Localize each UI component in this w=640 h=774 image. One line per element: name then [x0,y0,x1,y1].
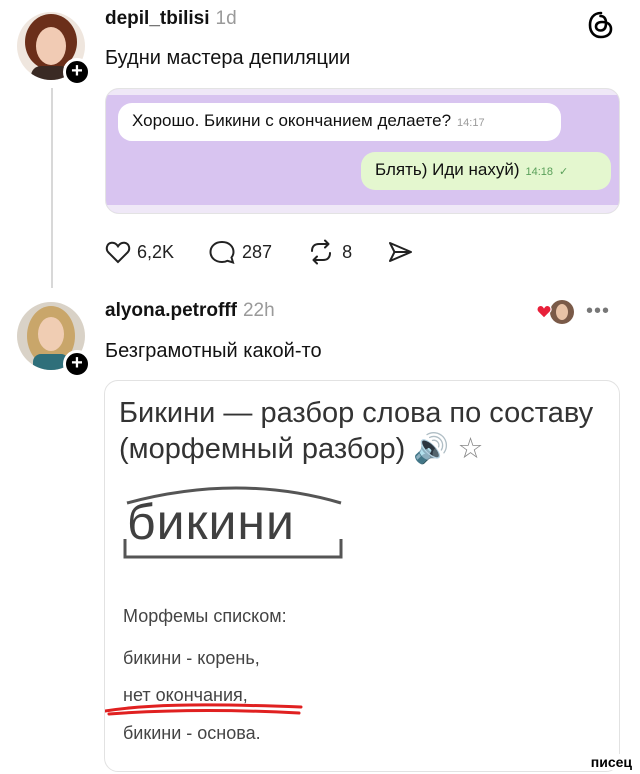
repost-count: 8 [342,241,353,262]
comment-count: 287 [242,241,273,262]
follow-plus-icon[interactable]: + [63,58,91,86]
username[interactable]: depil_tbilisi [105,8,210,29]
incoming-message: Хорошо. Бикини с окончанием делаете? 14:1… [118,103,561,141]
chat-top-strip [106,89,619,95]
incoming-message-text: Хорошо. Бикини с окончанием делаете? [132,111,452,130]
timestamp: 22h [242,300,275,321]
username[interactable]: alyona.petrofff [105,300,237,321]
heart-icon [536,304,552,319]
morph-heading: Морфемы списком: [123,606,287,626]
outgoing-message-time: 14:18 [525,166,554,178]
follow-plus-icon[interactable]: + [63,350,91,378]
comment-button[interactable]: 287 [208,239,272,265]
heart-icon [105,241,131,264]
read-check-icon: ✓ [559,166,569,178]
liked-by-author-badge [536,298,576,326]
post1-text: Будни мастера депиляции [105,47,351,69]
morph-item: бикини - корень, [123,648,260,668]
timestamp: 1d [215,8,237,29]
more-options-icon[interactable]: ••• [586,300,610,323]
comment-icon [209,240,235,265]
morpheme-diagram: бикини [123,479,353,559]
repost-button[interactable]: 8 [306,239,352,265]
chat-screenshot: Хорошо. Бикини с окончанием делаете? 14:1… [105,88,620,214]
thread-connector-line [51,88,53,288]
post2-text: Безграмотный какой-то [105,340,322,362]
like-count: 6,2K [137,241,175,262]
like-button[interactable]: 6,2K [105,240,174,264]
embedded-screenshot: Бикини — разбор слова по составу (морфем… [104,380,620,772]
chat-bottom-strip [106,205,619,213]
share-icon [389,242,413,262]
outgoing-message: Блять) Иди нахуй) 14:18 ✓ [361,152,611,190]
share-button[interactable] [386,239,420,265]
speaker-star-icons: 🔊 ☆ [413,433,484,465]
incoming-message-time: 14:17 [457,117,485,129]
watermark: писец [588,754,634,770]
red-underline-mark [105,703,303,716]
post2-username-row: alyona.petrofff 22h [105,300,275,322]
embedded-title: Бикини — разбор слова по составу (морфем… [119,397,594,465]
threads-logo-icon[interactable] [586,10,616,40]
post1-action-bar: 6,2K 287 8 [105,236,454,268]
embedded-title-block: Бикини — разбор слова по составу (морфем… [119,395,609,467]
morph-item: бикини - основа. [123,723,261,743]
post1-username-row: depil_tbilisi 1d [105,8,237,30]
outgoing-message-text: Блять) Иди нахуй) [375,160,520,179]
repost-icon [311,239,332,265]
analyzed-word: бикини [127,494,295,550]
